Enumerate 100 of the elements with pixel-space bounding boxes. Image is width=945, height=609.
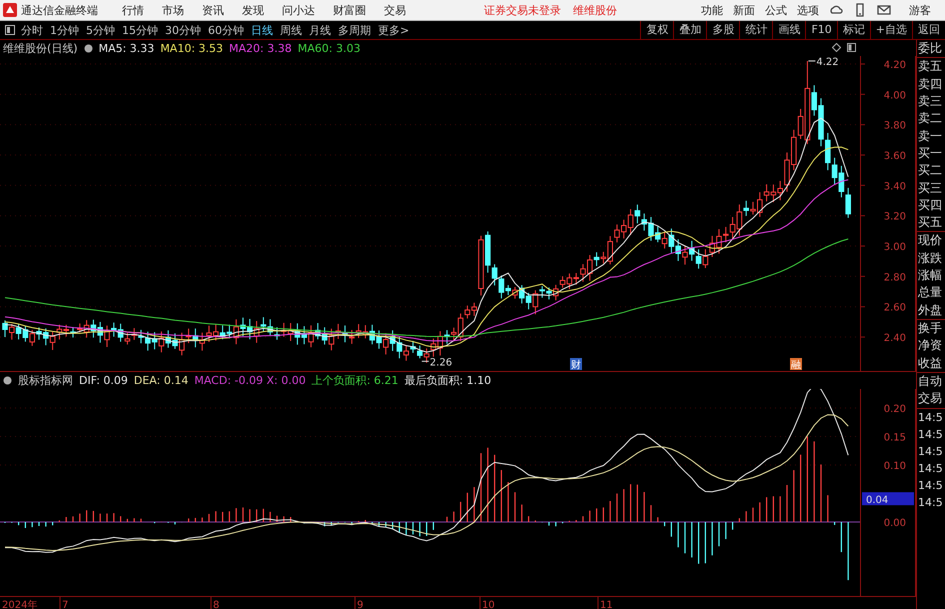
- quote-field-label: 卖四: [917, 76, 943, 93]
- indicator-axis-label: 0.00: [884, 518, 906, 529]
- indicator-title: 股标指标网: [18, 373, 73, 388]
- window-icon[interactable]: [847, 43, 856, 52]
- chart-title: 维维股份(日线): [3, 40, 78, 56]
- moving-average-label: MA60: 3.03: [298, 42, 360, 54]
- moving-average-label: MA20: 3.38: [229, 42, 292, 54]
- toolbar-button[interactable]: 返回: [912, 21, 945, 39]
- settings-icon[interactable]: [84, 44, 93, 52]
- moving-average-label: MA5: 3.33: [98, 42, 154, 54]
- price-axis-label: 2.60: [884, 302, 906, 314]
- app-logo-icon: [3, 3, 17, 17]
- toolbar-button[interactable]: 叠加: [673, 21, 706, 39]
- quote-field-label: 买五: [917, 214, 943, 232]
- quote-field-label: 净资: [917, 337, 943, 354]
- price-axis-label: 2.80: [884, 272, 906, 284]
- trade-time: 14:5: [917, 444, 944, 460]
- quote-field-label: 买四: [917, 196, 943, 214]
- period-tab[interactable]: 15分钟: [122, 22, 158, 38]
- indicator-axis-label: 0.20: [884, 404, 906, 415]
- date-axis-label: 7: [62, 600, 68, 609]
- trade-time: 14:5: [917, 460, 944, 477]
- period-tab[interactable]: 1分钟: [50, 22, 79, 38]
- menu-item[interactable]: 新面: [733, 2, 755, 18]
- price-axis-label: 3.20: [884, 212, 906, 223]
- quote-field-label: 委比: [917, 40, 943, 57]
- indicator-value: DEA: 0.14: [134, 374, 188, 387]
- login-notice[interactable]: 证券交易未登录: [484, 2, 561, 18]
- period-tab[interactable]: 月线: [309, 22, 331, 38]
- indicator-value: MACD: -0.09 X: 0.00: [194, 374, 306, 387]
- quote-field-label: 涨跌: [917, 250, 943, 267]
- period-tab[interactable]: 更多>: [378, 22, 410, 38]
- date-axis-label: 11: [600, 600, 613, 609]
- menu-item[interactable]: 交易: [384, 2, 406, 18]
- period-tab[interactable]: 分时: [21, 22, 43, 38]
- diamond-icon[interactable]: [832, 43, 841, 52]
- indicator-value: 上个负面积: 6.21: [312, 373, 398, 388]
- toolbar-button[interactable]: 标记: [836, 21, 870, 39]
- quote-field-label: 换手: [917, 319, 945, 338]
- quote-field-label: 卖一: [917, 128, 943, 145]
- quote-field-label: 现价: [917, 231, 945, 250]
- indicator-value: 最后负面积: 1.10: [404, 373, 492, 388]
- trade-time: 14:5: [917, 494, 944, 511]
- price-axis-label: 2.40: [884, 333, 906, 344]
- period-tab[interactable]: 日线: [251, 22, 273, 38]
- user-label[interactable]: 游客: [909, 2, 931, 18]
- menu-item[interactable]: 选项: [797, 2, 819, 18]
- toolbar-button[interactable]: 画线: [772, 21, 806, 39]
- trade-time: 14:5: [917, 426, 944, 443]
- trade-time: 14:5: [917, 478, 944, 494]
- quote-field-label: 买三: [917, 180, 943, 196]
- quote-field-label: 涨幅: [917, 267, 943, 284]
- period-tab[interactable]: 周线: [280, 22, 302, 38]
- price-axis-label: 3.80: [884, 120, 906, 132]
- trade-time: 14:5: [917, 408, 945, 426]
- quote-field-label: 卖五: [917, 57, 945, 76]
- event-marker[interactable]: 财: [570, 358, 582, 371]
- menu-item[interactable]: 资讯: [202, 2, 224, 18]
- moving-average-label: MA10: 3.53: [160, 42, 224, 54]
- toolbar-button[interactable]: F10: [805, 21, 837, 39]
- price-axis-label: 4.20: [884, 60, 906, 71]
- toolbar-button[interactable]: 复权: [640, 21, 674, 39]
- period-tab[interactable]: 多周期: [338, 22, 371, 38]
- date-axis-label: 9: [357, 600, 364, 609]
- indicator-axis-label: 0.10: [884, 461, 906, 472]
- panel-toggle-icon[interactable]: [5, 25, 15, 35]
- quote-field-label: 总量: [917, 284, 943, 302]
- envelope-icon[interactable]: [877, 3, 891, 17]
- quote-field-label: 收益: [917, 354, 943, 372]
- price-axis-label: 4.00: [884, 90, 906, 102]
- date-axis-label: 10: [482, 600, 495, 609]
- current-value-badge: 0.04: [862, 492, 914, 506]
- indicator-value: DIF: 0.09: [79, 374, 128, 387]
- trade-label: 自动: [917, 373, 943, 390]
- menu-item[interactable]: 市场: [162, 2, 184, 18]
- stock-name-link[interactable]: 维维股份: [573, 2, 617, 18]
- quote-field-label: 买二: [917, 162, 943, 180]
- menu-item[interactable]: 问小达: [282, 2, 315, 18]
- settings-icon[interactable]: [3, 376, 12, 385]
- period-tab[interactable]: 30分钟: [165, 22, 201, 38]
- price-axis-label: 3.00: [884, 242, 906, 254]
- quote-field-label: 卖三: [917, 92, 943, 110]
- menu-item[interactable]: 财富圈: [333, 2, 366, 18]
- toolbar-button[interactable]: +自选: [870, 21, 912, 39]
- menu-item[interactable]: 公式: [765, 2, 787, 18]
- menu-item[interactable]: 发现: [242, 2, 264, 18]
- price-axis-label: 3.60: [884, 151, 906, 162]
- trade-label: 交易: [917, 390, 943, 408]
- period-tab[interactable]: 5分钟: [86, 22, 115, 38]
- quote-field-label: 外盘: [917, 302, 943, 319]
- price-axis-label: 3.40: [884, 181, 906, 192]
- quote-field-label: 买一: [917, 144, 943, 162]
- toolbar-button[interactable]: 多股: [706, 21, 740, 39]
- indicator-axis-label: 0.15: [884, 432, 906, 444]
- date-axis-label: 8: [213, 600, 220, 609]
- quote-field-label: 卖二: [917, 110, 943, 128]
- toolbar-button[interactable]: 统计: [739, 21, 772, 39]
- period-tab[interactable]: 60分钟: [208, 22, 244, 38]
- menu-item[interactable]: 行情: [122, 2, 144, 18]
- menu-item[interactable]: 功能: [701, 2, 723, 18]
